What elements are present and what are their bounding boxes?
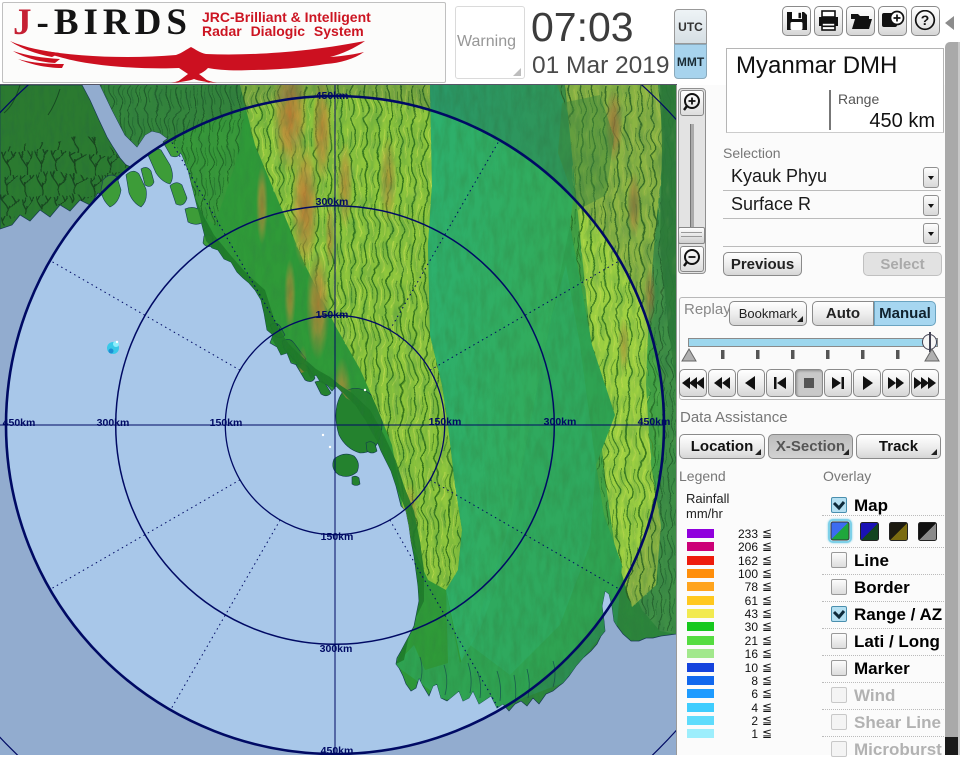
svg-text:450km: 450km xyxy=(638,416,671,428)
svg-text:150km: 150km xyxy=(321,531,354,543)
svg-text:300km: 300km xyxy=(316,196,349,208)
svg-text:300km: 300km xyxy=(97,417,130,429)
svg-text:450km: 450km xyxy=(316,90,349,102)
svg-text:300km: 300km xyxy=(544,416,577,428)
svg-text:450km: 450km xyxy=(3,417,36,429)
svg-text:300km: 300km xyxy=(320,643,353,655)
svg-text:450km: 450km xyxy=(321,745,354,755)
svg-text:150km: 150km xyxy=(210,417,243,429)
svg-text:150km: 150km xyxy=(429,416,462,428)
svg-text:150km: 150km xyxy=(316,309,349,321)
svg-text:?: ? xyxy=(921,12,930,28)
